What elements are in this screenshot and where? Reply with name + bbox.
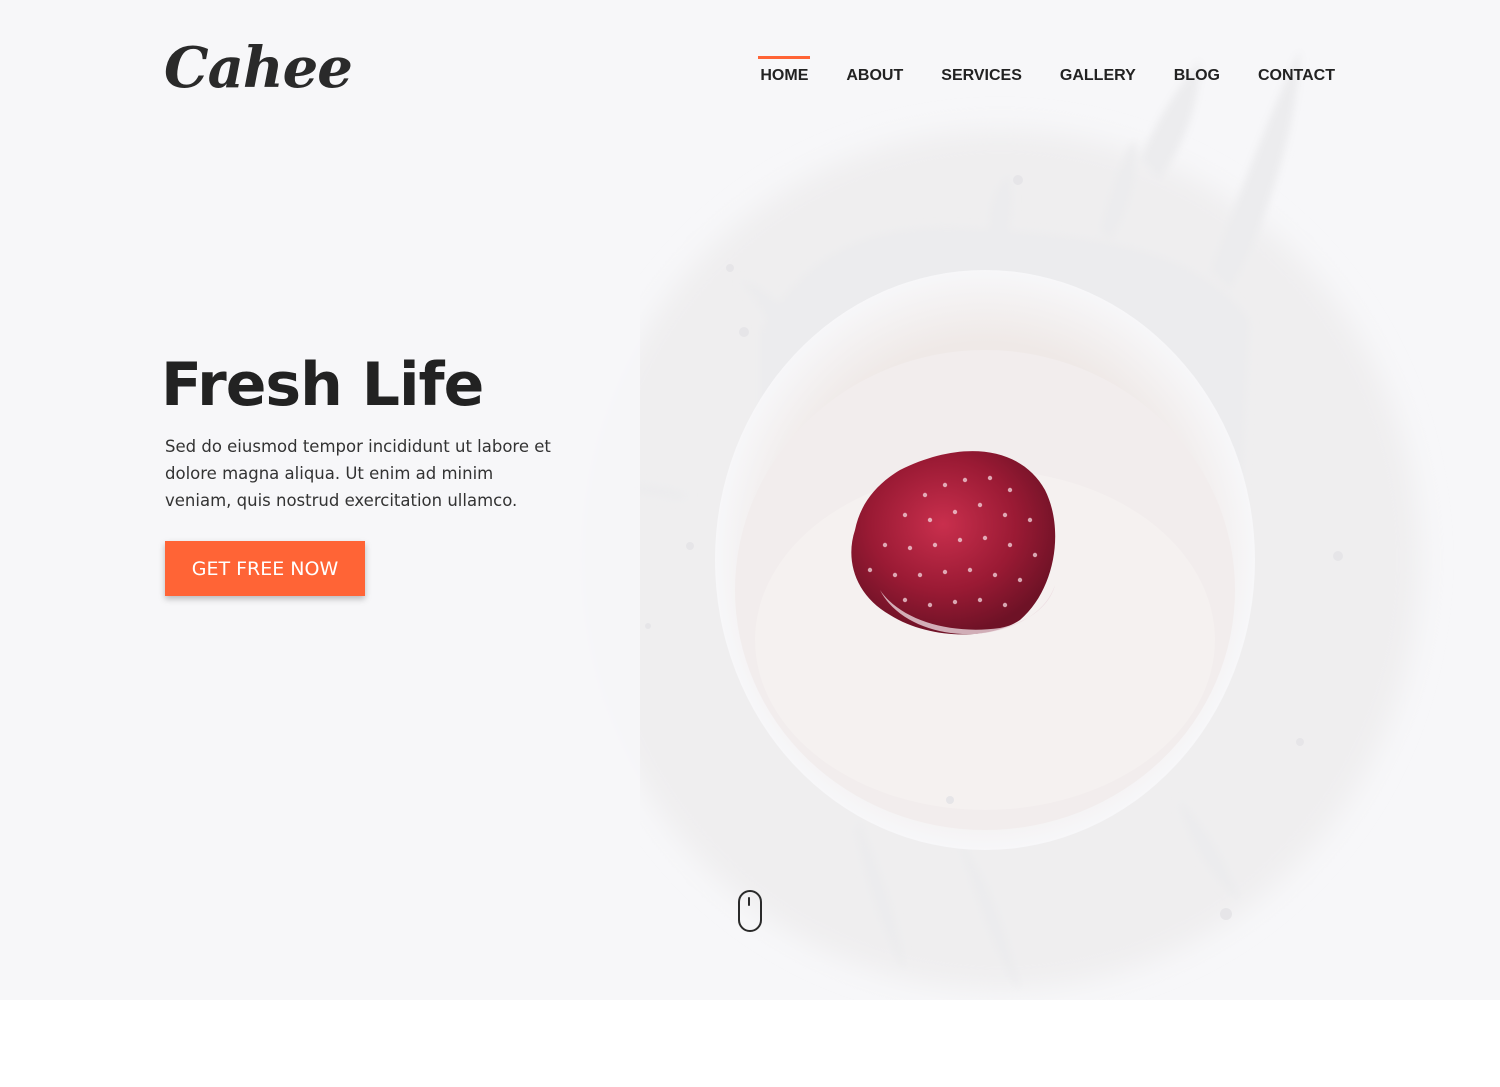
nav-item-about[interactable]: ABOUT [846,56,903,85]
brand-logo[interactable]: Cahee [164,40,353,96]
hero-title: Fresh Life [161,350,484,420]
mouse-scroll-icon[interactable] [738,890,762,932]
nav-item-contact[interactable]: CONTACT [1258,56,1335,85]
get-free-now-button[interactable]: GET FREE NOW [165,541,365,596]
nav-item-blog[interactable]: BLOG [1174,56,1220,85]
nav-item-home[interactable]: HOME [758,56,811,85]
below-fold-section [0,1000,1500,1087]
hero-section: Cahee HOME ABOUT SERVICES GALLERY BLOG C… [0,0,1500,1000]
mouse-wheel-icon [748,897,750,906]
nav-item-gallery[interactable]: GALLERY [1060,56,1136,85]
hero-description: Sed do eiusmod tempor incididunt ut labo… [165,437,551,510]
nav-item-services[interactable]: SERVICES [941,56,1022,85]
main-nav: HOME ABOUT SERVICES GALLERY BLOG CONTACT [722,56,1335,85]
